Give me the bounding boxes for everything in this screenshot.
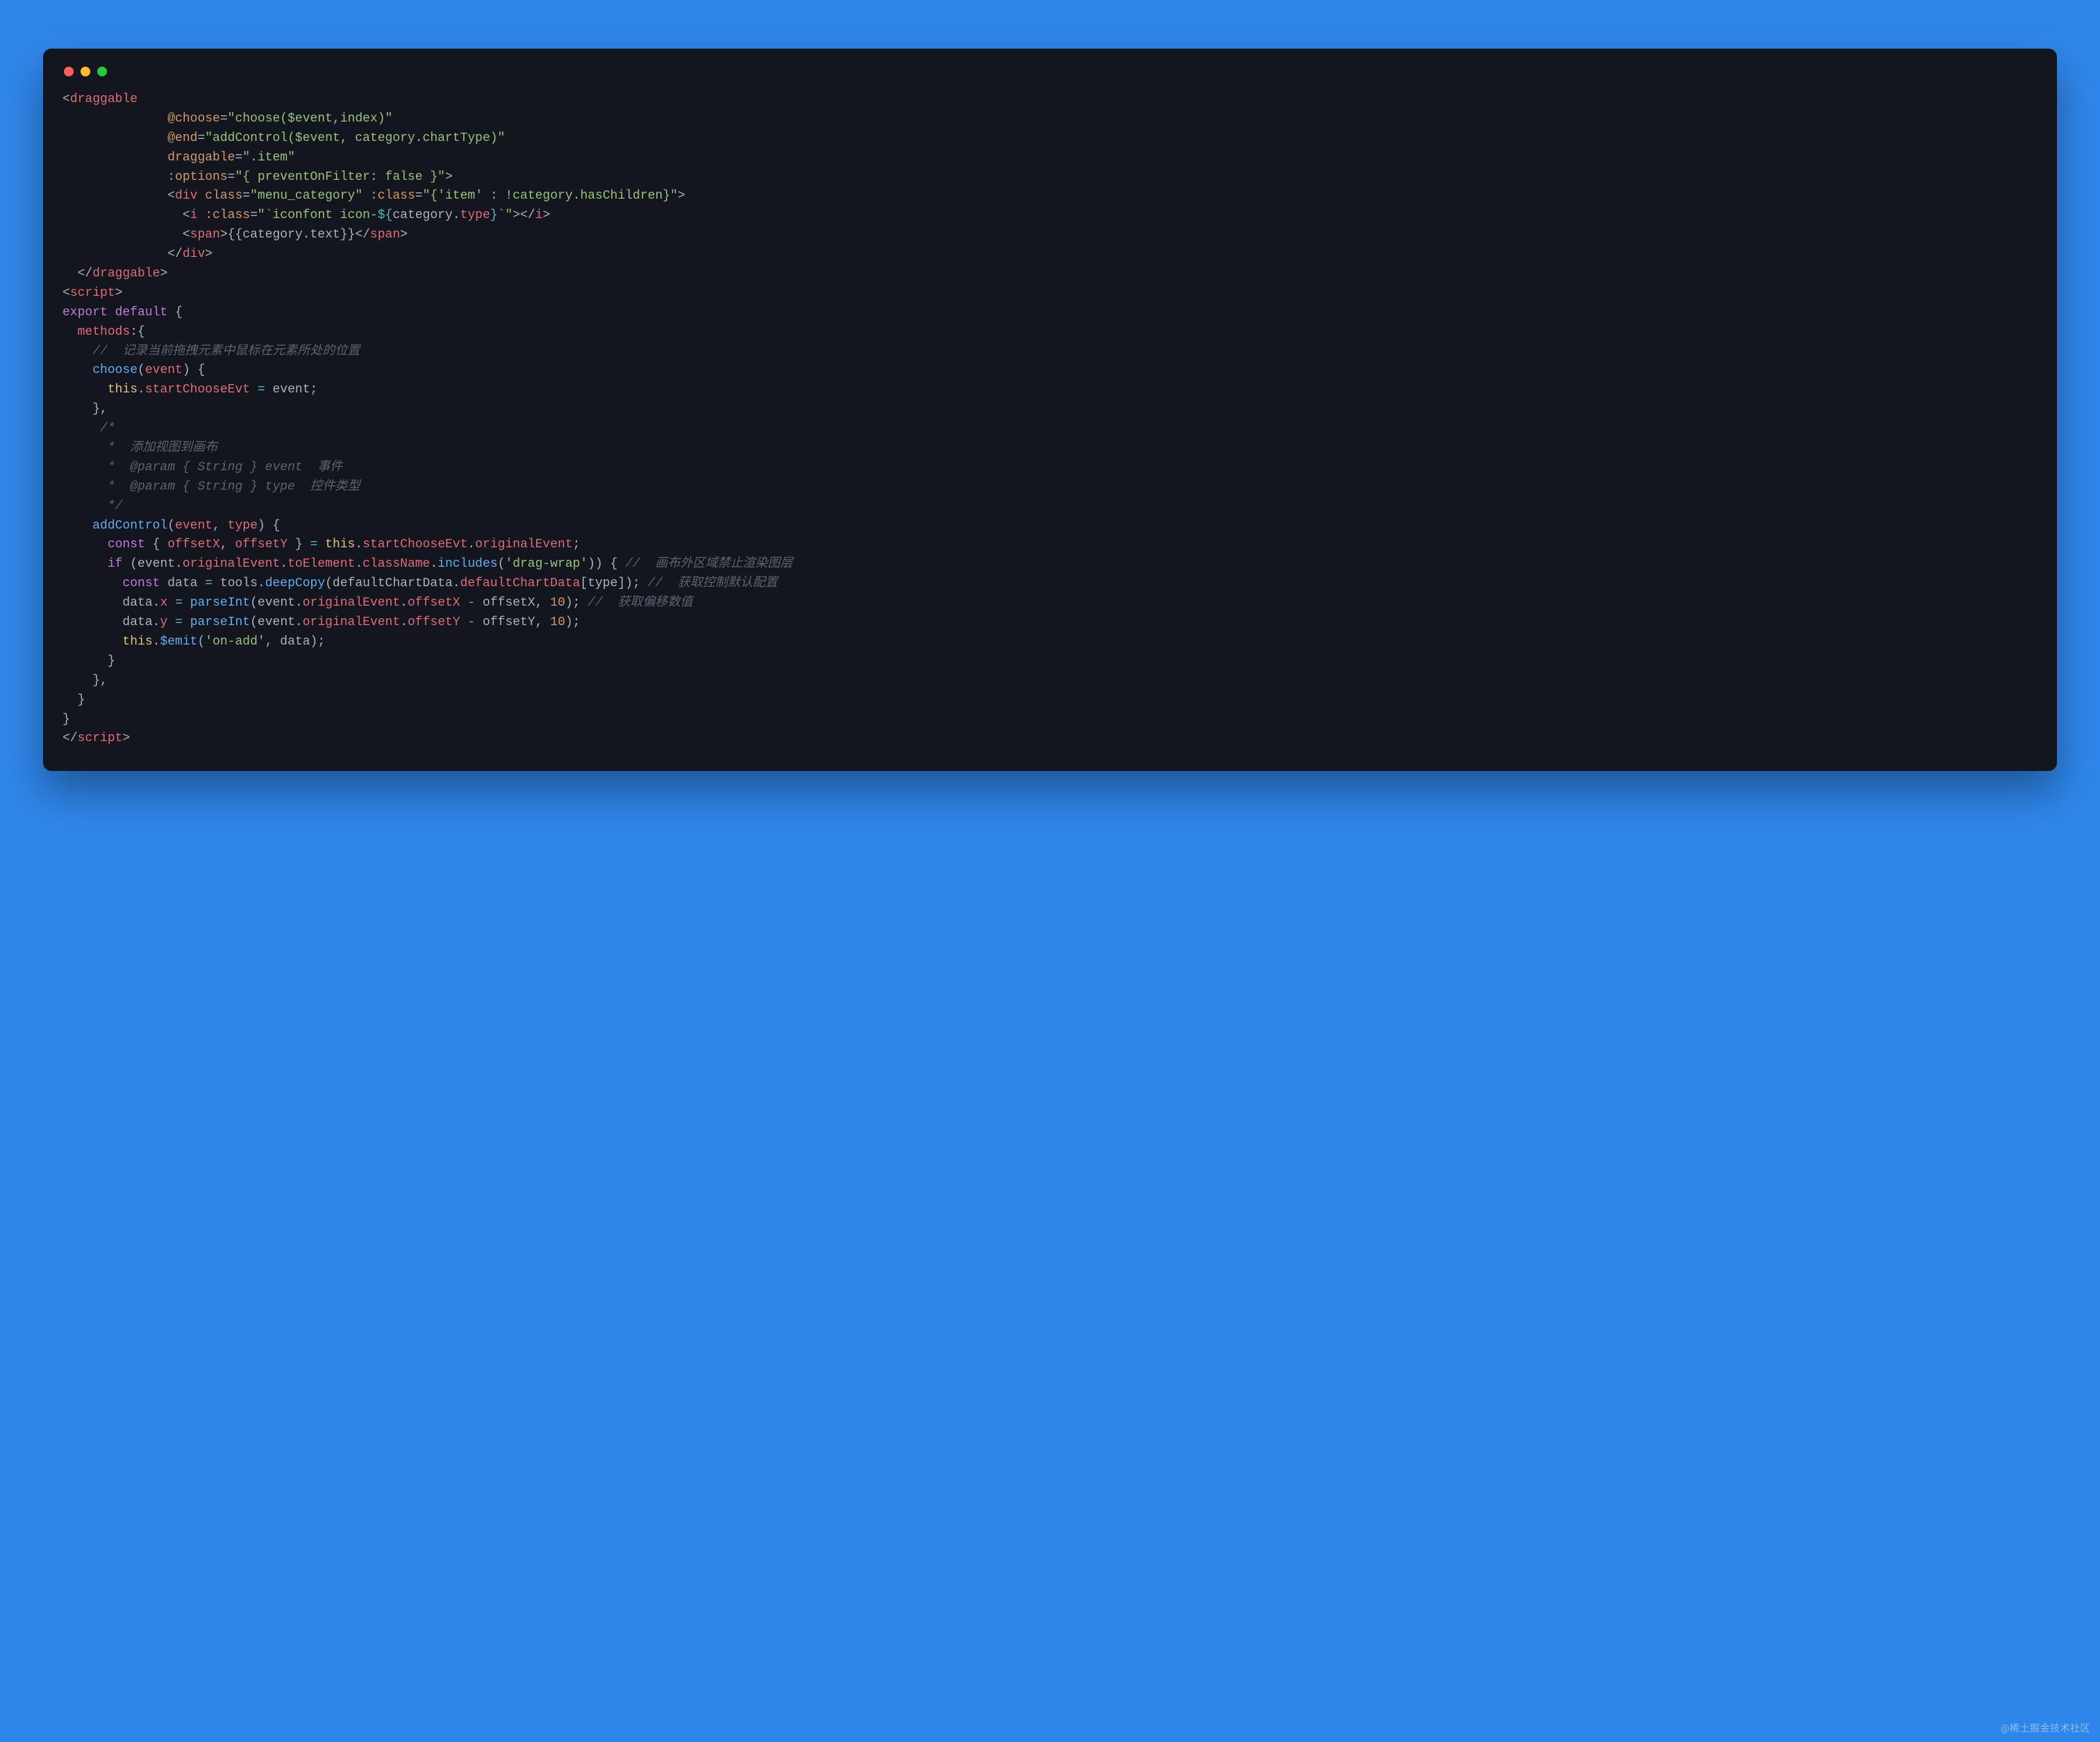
param-event: event bbox=[145, 363, 183, 377]
watermark-text: @稀土掘金技术社区 bbox=[2001, 1721, 2090, 1735]
code-block: <draggable @choose="choose($event,index)… bbox=[62, 90, 2038, 749]
span-expression: {{category.text}} bbox=[228, 228, 356, 242]
attr-draggable: .item bbox=[250, 151, 288, 165]
doc-p0-type: String bbox=[197, 461, 242, 474]
doc-p1-name: type bbox=[265, 480, 295, 494]
div-class-binding: {'item' : !category.hasChildren} bbox=[430, 189, 670, 203]
param-event2: event bbox=[175, 519, 212, 533]
tag-draggable-close: draggable bbox=[92, 267, 160, 281]
doc-p1-desc: 控件类型 bbox=[310, 480, 360, 494]
minimize-icon[interactable] bbox=[81, 67, 90, 76]
doc-summary: 添加视图到画布 bbox=[130, 441, 217, 455]
tag-draggable: draggable bbox=[70, 92, 138, 106]
param-type: type bbox=[228, 519, 258, 533]
doc-p1-type: String bbox=[197, 480, 242, 494]
window-titlebar bbox=[62, 64, 2038, 90]
doc-p0-name: event bbox=[265, 461, 303, 474]
doc-p0-desc: 事件 bbox=[317, 461, 342, 474]
code-window: <draggable @choose="choose($event,index)… bbox=[43, 49, 2057, 771]
comment-choose: 记录当前拖拽元素中鼠标在元素所处的位置 bbox=[122, 345, 360, 358]
zoom-icon[interactable] bbox=[97, 67, 107, 76]
div-class: menu_category bbox=[258, 189, 355, 203]
attr-options: { preventOnFilter: false } bbox=[242, 170, 438, 184]
attr-end: addControl($event, category.chartType) bbox=[212, 131, 497, 145]
close-icon[interactable] bbox=[64, 67, 74, 76]
attr-choose: choose($event,index) bbox=[235, 112, 385, 126]
